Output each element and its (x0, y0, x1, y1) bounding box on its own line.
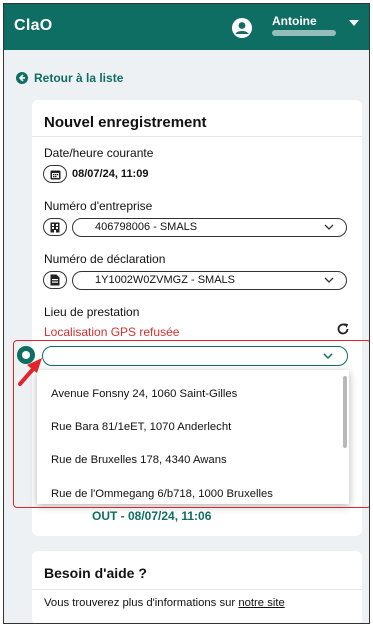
declaration-select[interactable]: 1Y1002W0ZVMGZ - SMALS (72, 271, 347, 290)
building-icon (43, 218, 67, 236)
top-bar: ClaO Antoine (4, 4, 369, 50)
help-text-body: Vous trouverez plus d'informations sur (44, 597, 239, 609)
back-to-list-link[interactable]: Retour à la liste (16, 71, 123, 85)
card-title: Nouvel enregistrement (44, 114, 207, 131)
help-card: Besoin d'aide ? Vous trouverez plus d'in… (32, 551, 362, 623)
user-detail-blurred (272, 30, 336, 36)
company-label: Numéro d'entreprise (44, 199, 153, 213)
document-icon (43, 271, 67, 289)
datetime-value: 08/07/24, 11:09 (72, 168, 149, 180)
calendar-icon (43, 165, 67, 183)
arrow-left-circle-icon (16, 72, 28, 84)
chevron-down-icon (324, 224, 334, 230)
app-title: ClaO (14, 17, 53, 34)
user-avatar-icon[interactable] (232, 18, 252, 38)
chevron-down-icon (324, 277, 334, 283)
highlight-annotation-box (13, 340, 369, 508)
last-record-label: OUT - 08/07/24, 11:06 (92, 509, 212, 523)
gps-error-message: Localisation GPS refusée (44, 325, 180, 339)
location-label: Lieu de prestation (44, 305, 140, 319)
declaration-label: Numéro de déclaration (44, 252, 166, 266)
annotation-arrow-icon (18, 358, 42, 386)
divider (32, 589, 362, 590)
help-text: Vous trouverez plus d'informations sur n… (44, 597, 285, 609)
divider (32, 136, 362, 137)
declaration-select-value: 1Y1002W0ZVMGZ - SMALS (95, 274, 235, 286)
company-select[interactable]: 406798006 - SMALS (72, 218, 347, 237)
help-title: Besoin d'aide ? (44, 565, 147, 581)
app-frame: ClaO Antoine Retour à la liste Nouvel en… (3, 3, 370, 624)
refresh-icon[interactable] (336, 322, 350, 336)
user-name[interactable]: Antoine (272, 14, 317, 28)
back-label: Retour à la liste (34, 71, 124, 85)
company-select-value: 406798006 - SMALS (95, 221, 198, 233)
datetime-label: Date/heure courante (44, 146, 154, 160)
user-menu-caret-icon[interactable] (349, 20, 359, 26)
help-site-link[interactable]: notre site (238, 597, 284, 609)
